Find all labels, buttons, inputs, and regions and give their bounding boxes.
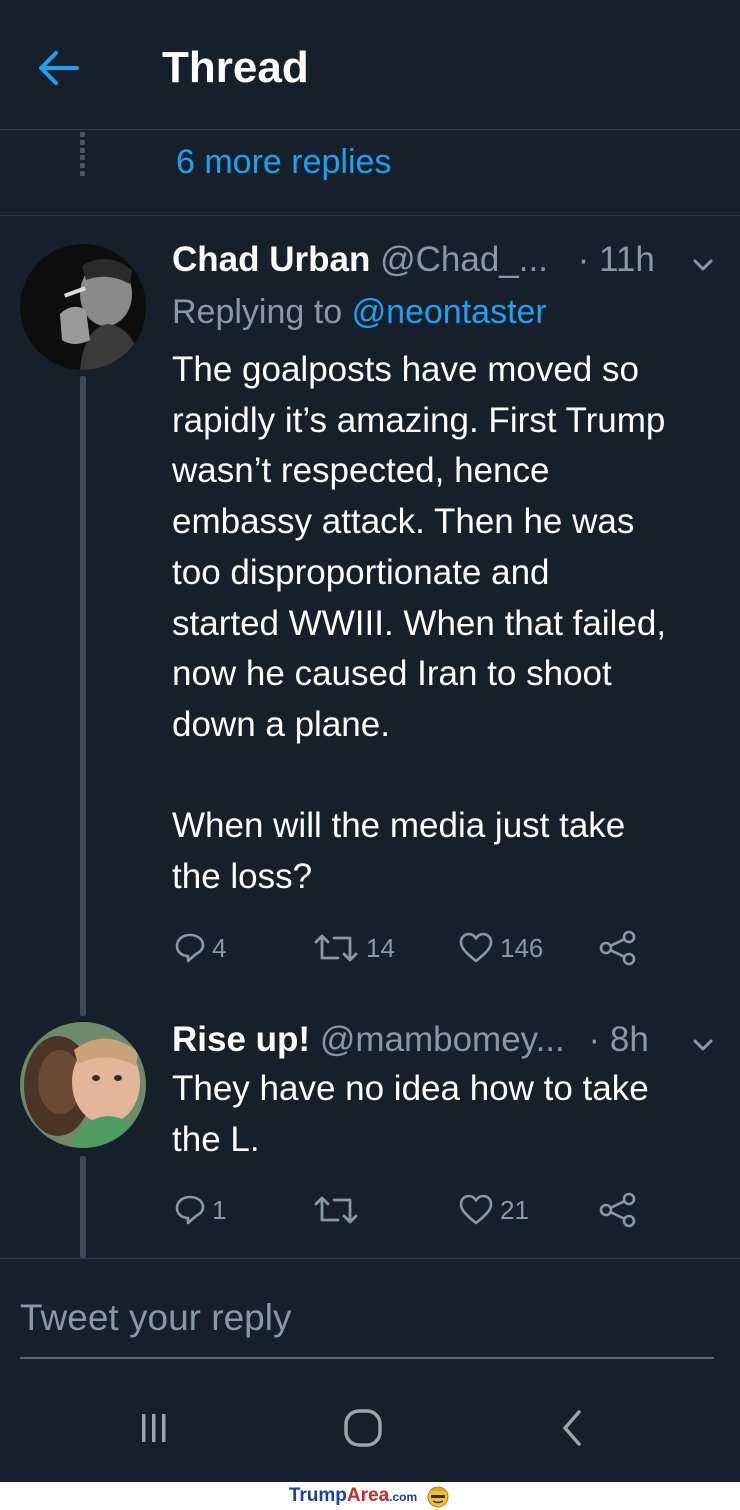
tweet-header: Chad Urban @Chad_... · 11h [172, 238, 655, 282]
tweet-text: The goalposts have moved so rapidly it’s… [172, 350, 667, 897]
comment-icon [175, 1195, 205, 1225]
like-count: 21 [500, 1194, 529, 1225]
face-icon [427, 1486, 449, 1508]
home-icon [344, 1409, 382, 1447]
recent-apps-icon [142, 1414, 166, 1442]
retweet-action[interactable] [312, 1188, 366, 1232]
comment-icon [175, 933, 205, 963]
chevron-left-icon [563, 1410, 581, 1446]
user-handle[interactable]: @mambomey... [320, 1020, 565, 1059]
share-icon [599, 930, 636, 966]
tweet-text: They have no idea how to take the L. [172, 1069, 649, 1159]
retweet-action[interactable]: 14 [312, 926, 395, 970]
top-bar: Thread [0, 0, 740, 130]
user-handle[interactable]: @Chad_... [380, 240, 548, 279]
avatar[interactable] [20, 1022, 146, 1148]
avatar[interactable] [20, 244, 146, 370]
recent-apps-button[interactable] [124, 1406, 184, 1450]
like-action[interactable]: 21 [458, 1188, 529, 1232]
home-button[interactable] [333, 1406, 393, 1450]
retweet-count: 14 [366, 932, 395, 963]
heart-icon [459, 1194, 493, 1225]
like-action[interactable]: 146 [458, 926, 543, 970]
reply-input[interactable]: Tweet your reply [20, 1295, 714, 1359]
tweet-header: Rise up! @mambomey... · 8h [172, 1018, 649, 1062]
system-nav-bar [0, 1390, 740, 1482]
share-action[interactable] [598, 1188, 638, 1232]
thread-dots-icon [80, 132, 86, 176]
mention-link[interactable]: @neontaster [352, 293, 547, 331]
more-replies-row[interactable]: 6 more replies [0, 130, 740, 216]
timestamp: · 11h [577, 240, 655, 279]
system-back-button[interactable] [542, 1406, 602, 1450]
chevron-down-icon[interactable] [690, 252, 716, 278]
display-name[interactable]: Rise up! [172, 1020, 310, 1059]
share-action[interactable] [598, 926, 638, 970]
retweet-icon [314, 1196, 358, 1224]
like-count: 146 [500, 932, 544, 963]
reply-count: 1 [212, 1194, 227, 1225]
reply-composer: Tweet your reply [0, 1258, 740, 1390]
watermark-logo: TrumpArea.com [288, 1485, 418, 1506]
display-name[interactable]: Chad Urban [172, 240, 370, 279]
site-watermark: TrumpArea.com [0, 1482, 740, 1510]
heart-icon [459, 932, 493, 963]
user-photo-icon [20, 1022, 146, 1148]
page-title: Thread [162, 43, 309, 92]
tweet[interactable]: Chad Urban @Chad_... · 11h Replying to @… [0, 216, 740, 1016]
chevron-down-icon[interactable] [690, 1032, 716, 1058]
reply-count: 4 [212, 932, 227, 963]
share-icon [599, 1192, 636, 1228]
reply-action[interactable]: 1 [174, 1188, 226, 1232]
more-replies-link[interactable]: 6 more replies [176, 140, 391, 184]
arrow-left-icon [39, 51, 79, 85]
replying-prefix: Replying to [172, 293, 343, 331]
user-photo-icon [20, 244, 146, 370]
retweet-icon [314, 934, 358, 962]
reply-action[interactable]: 4 [174, 926, 226, 970]
tweet[interactable]: Rise up! @mambomey... · 8h They have no … [0, 1016, 740, 1258]
timestamp: · 8h [588, 1020, 649, 1059]
replying-to: Replying to @neontaster [172, 290, 547, 334]
back-button[interactable] [30, 40, 86, 96]
